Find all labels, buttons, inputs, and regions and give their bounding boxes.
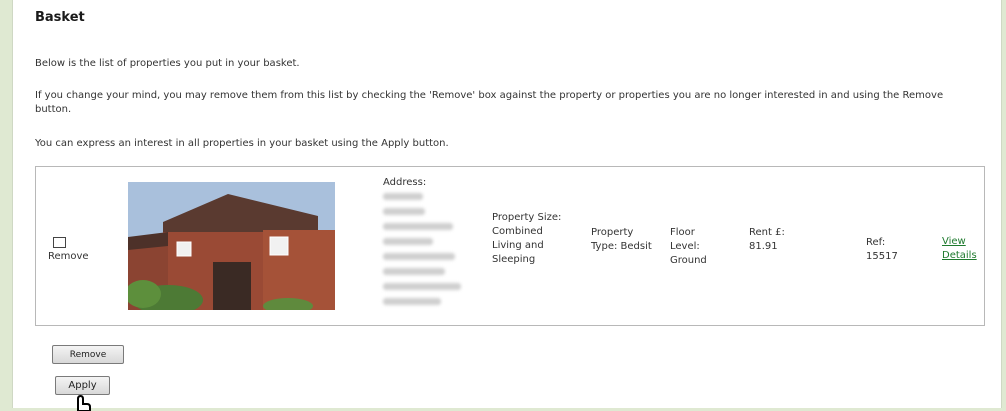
property-photo [128,182,335,310]
floor-level: Floor Level: Ground [670,227,707,266]
view-details-link[interactable]: View Details [942,235,982,263]
remove-button[interactable]: Remove [52,345,124,364]
property-type: Property Type: Bedsit [591,227,652,252]
address-label: Address: [383,177,427,188]
apply-note-text: You can express an interest in all prope… [35,138,449,149]
hand-pointer-icon [77,394,91,411]
address-redacted [383,193,473,313]
page-title: Basket [35,10,85,25]
property-size: Property Size: Combined Living and Sleep… [492,212,562,265]
instructions-text: If you change your mind, you may remove … [35,90,944,115]
intro-text: Below is the list of properties you put … [35,58,300,69]
rent-amount: Rent £: 81.91 [749,227,785,252]
reference-number: Ref: 15517 [866,237,898,262]
remove-checkbox-label: Remove [48,251,89,262]
house-photo-illustration [128,182,335,310]
remove-checkbox[interactable] [53,237,66,248]
